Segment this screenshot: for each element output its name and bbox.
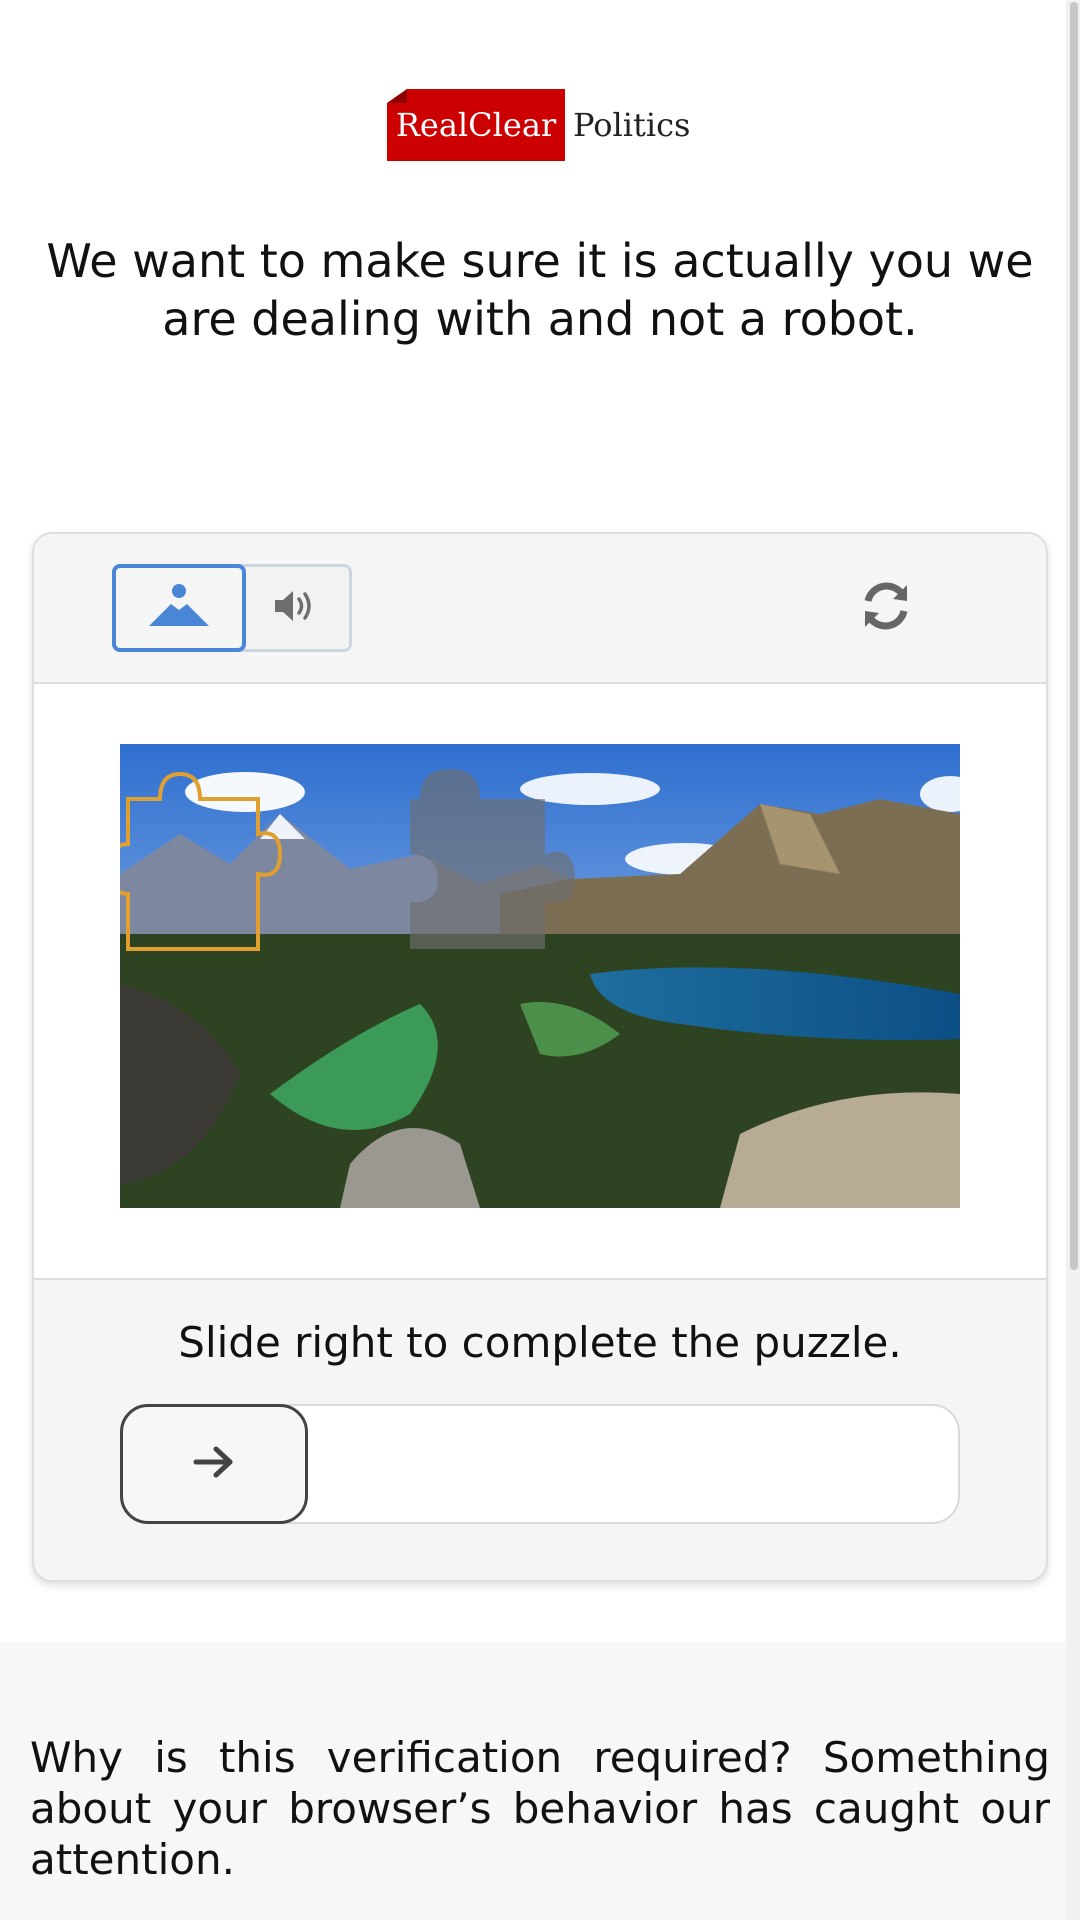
logo-text-realclear: RealClear bbox=[395, 106, 557, 144]
slider-instruction: Slide right to complete the puzzle. bbox=[178, 1318, 902, 1367]
verification-reason-text: Why is this verification required? Somet… bbox=[30, 1733, 1050, 1884]
arrow-right-icon bbox=[192, 1444, 236, 1484]
footer: Why is this verification required? Somet… bbox=[0, 1642, 1066, 1920]
scrollbar-thumb[interactable] bbox=[1070, 2, 1078, 1270]
page-headline: We want to make sure it is actually you … bbox=[46, 234, 1034, 346]
captcha-card: Slide right to complete the puzzle. bbox=[32, 532, 1048, 1582]
puzzle-image-area bbox=[34, 684, 1046, 1280]
speaker-icon bbox=[271, 586, 319, 630]
page-scrollbar[interactable] bbox=[1066, 0, 1080, 1920]
image-mode-button[interactable] bbox=[112, 564, 246, 652]
audio-mode-button[interactable] bbox=[240, 564, 352, 652]
refresh-icon bbox=[857, 577, 915, 639]
realclear-politics-logo: RealClear Politics bbox=[387, 89, 690, 161]
slider-area: Slide right to complete the puzzle. bbox=[34, 1280, 1046, 1580]
captcha-toolbar bbox=[34, 534, 1046, 684]
image-icon bbox=[147, 580, 211, 636]
logo-text-politics: Politics bbox=[573, 106, 691, 144]
puzzle-image bbox=[120, 744, 960, 1208]
slider-handle[interactable] bbox=[120, 1404, 308, 1524]
logo-red-block: RealClear bbox=[387, 89, 565, 161]
refresh-button[interactable] bbox=[856, 578, 916, 638]
logo-fold-corner bbox=[387, 89, 407, 103]
